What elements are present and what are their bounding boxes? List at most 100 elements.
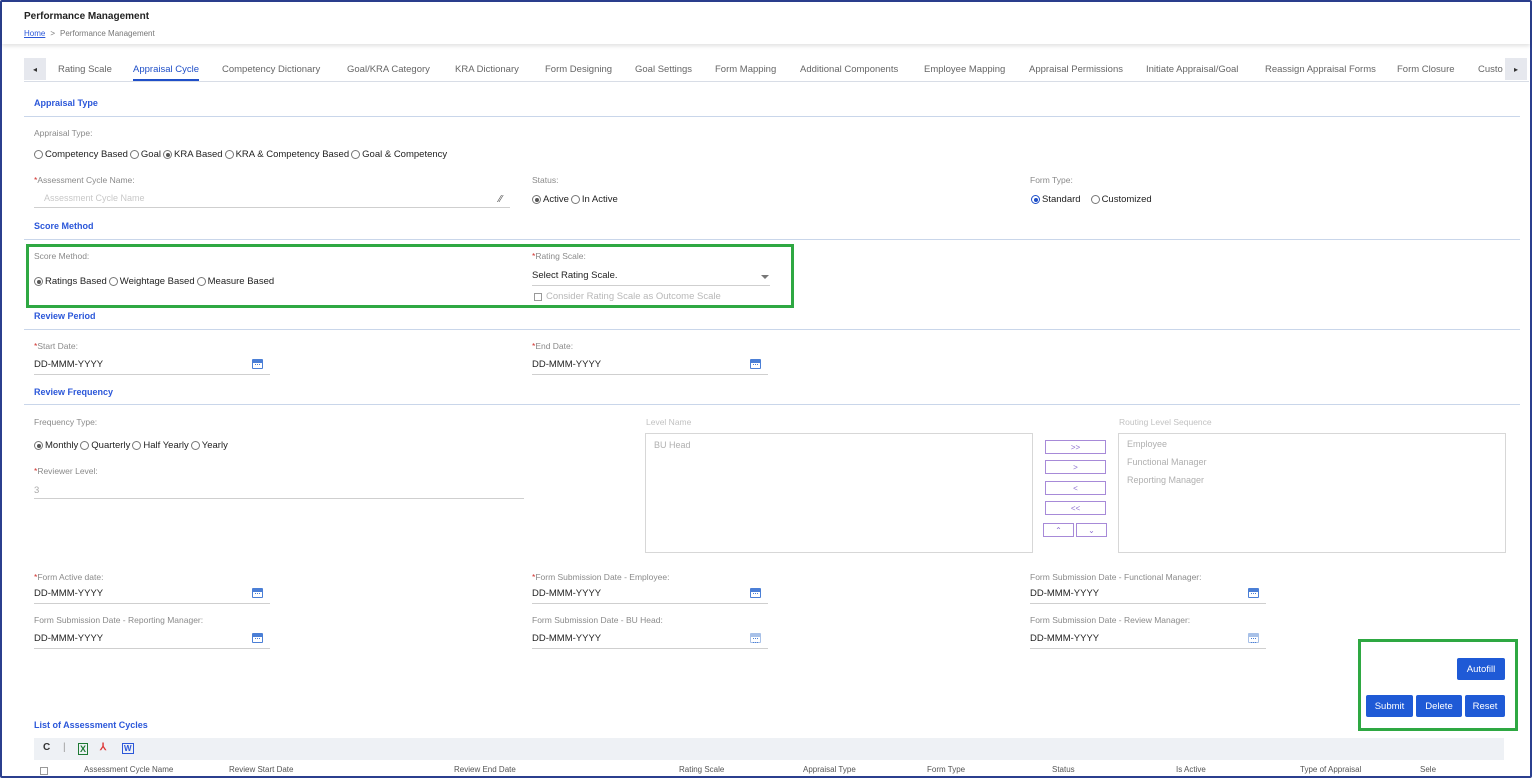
calendar-icon[interactable]: [750, 359, 761, 369]
radio-icon[interactable]: [108, 277, 118, 286]
bu-head-date-input[interactable]: DD-MMM-YYYY: [532, 633, 601, 644]
radio-selected-icon[interactable]: [163, 150, 172, 159]
level-name-listbox[interactable]: BU Head: [645, 433, 1033, 553]
list-item[interactable]: Employee: [1127, 439, 1167, 449]
radio-half-yearly[interactable]: Half Yearly: [132, 440, 189, 451]
column-header[interactable]: Type of Appraisal: [1300, 765, 1361, 774]
employee-date-input[interactable]: DD-MMM-YYYY: [532, 588, 601, 599]
column-header[interactable]: Sele: [1420, 765, 1436, 774]
consider-outcome-checkbox[interactable]: [534, 293, 542, 301]
tab-competency-dictionary[interactable]: Competency Dictionary: [222, 64, 320, 75]
end-date-input[interactable]: DD-MMM-YYYY: [532, 359, 601, 370]
radio-icon[interactable]: [34, 150, 43, 159]
list-item[interactable]: Reporting Manager: [1127, 475, 1204, 485]
radio-icon[interactable]: [1090, 195, 1100, 204]
tab-goal-kra-category[interactable]: Goal/KRA Category: [347, 64, 430, 75]
calendar-icon[interactable]: [750, 633, 761, 643]
move-all-right-button[interactable]: >>: [1045, 440, 1106, 454]
submit-button[interactable]: Submit: [1366, 695, 1413, 717]
radio-selected-icon[interactable]: [532, 195, 541, 204]
column-header[interactable]: Appraisal Type: [803, 765, 856, 774]
tab-additional-components[interactable]: Additional Components: [800, 64, 898, 75]
chevron-down-icon[interactable]: [761, 275, 769, 279]
move-down-icon[interactable]: ⌄: [1076, 523, 1107, 537]
column-header[interactable]: Review End Date: [454, 765, 516, 774]
radio-icon[interactable]: [80, 441, 90, 450]
functional-manager-date-input[interactable]: DD-MMM-YYYY: [1030, 588, 1099, 599]
select-all-checkbox[interactable]: [40, 767, 48, 775]
reset-button[interactable]: Reset: [1465, 695, 1505, 717]
routing-sequence-listbox[interactable]: Employee Functional Manager Reporting Ma…: [1118, 433, 1506, 553]
calendar-icon[interactable]: [252, 359, 263, 369]
tab-initiate-appraisal-goal[interactable]: Initiate Appraisal/Goal: [1146, 64, 1238, 75]
radio-quarterly[interactable]: Quarterly: [80, 440, 130, 451]
radio-form-customized[interactable]: Customized: [1090, 194, 1152, 205]
radio-icon[interactable]: [224, 150, 234, 159]
radio-ratings-based[interactable]: Ratings Based: [34, 276, 107, 287]
radio-status-active[interactable]: Active: [532, 194, 569, 205]
radio-monthly[interactable]: Monthly: [34, 440, 78, 451]
tab-custom[interactable]: Custo: [1478, 64, 1503, 75]
rating-scale-select[interactable]: Select Rating Scale.: [532, 270, 618, 281]
radio-icon[interactable]: [129, 150, 139, 159]
excel-export-icon[interactable]: X: [78, 743, 89, 755]
radio-weightage-based[interactable]: Weightage Based: [108, 276, 195, 287]
word-export-icon[interactable]: W: [122, 743, 134, 754]
radio-form-standard[interactable]: Standard: [1031, 194, 1081, 205]
tab-rating-scale[interactable]: Rating Scale: [58, 64, 112, 75]
start-date-input[interactable]: DD-MMM-YYYY: [34, 359, 103, 370]
tab-goal-settings[interactable]: Goal Settings: [635, 64, 692, 75]
radio-goal[interactable]: Goal: [129, 149, 161, 160]
column-header[interactable]: Review Start Date: [229, 765, 293, 774]
tab-form-mapping[interactable]: Form Mapping: [715, 64, 776, 75]
move-right-button[interactable]: >: [1045, 460, 1106, 474]
tab-form-closure[interactable]: Form Closure: [1397, 64, 1455, 75]
form-active-date-input[interactable]: DD-MMM-YYYY: [34, 588, 103, 599]
tab-scroll-left-icon[interactable]: ◂: [24, 58, 46, 80]
calendar-icon[interactable]: [252, 588, 263, 598]
move-all-left-button[interactable]: <<: [1045, 501, 1106, 515]
calendar-icon[interactable]: [252, 633, 263, 643]
radio-kra-competency-based[interactable]: KRA & Competency Based: [224, 149, 349, 160]
review-manager-date-input[interactable]: DD-MMM-YYYY: [1030, 633, 1099, 644]
column-header[interactable]: Assessment Cycle Name: [84, 765, 173, 774]
tab-appraisal-cycle[interactable]: Appraisal Cycle: [133, 64, 199, 81]
list-item[interactable]: BU Head: [654, 440, 691, 450]
radio-competency-based[interactable]: Competency Based: [34, 149, 128, 160]
radio-icon[interactable]: [351, 150, 361, 159]
breadcrumb-home-link[interactable]: Home: [24, 29, 45, 38]
radio-goal-competency[interactable]: Goal & Competency: [351, 149, 447, 160]
list-item[interactable]: Functional Manager: [1127, 457, 1207, 467]
tab-scroll-right-icon[interactable]: ▸: [1505, 58, 1527, 80]
reporting-manager-date-input[interactable]: DD-MMM-YYYY: [34, 633, 103, 644]
radio-icon[interactable]: [190, 441, 200, 450]
calendar-icon[interactable]: [750, 588, 761, 598]
radio-icon[interactable]: [570, 195, 580, 204]
column-header[interactable]: Status: [1052, 765, 1075, 774]
radio-selected-icon[interactable]: [34, 277, 43, 286]
move-left-button[interactable]: <: [1045, 481, 1106, 495]
radio-icon[interactable]: [196, 277, 206, 286]
tab-kra-dictionary[interactable]: KRA Dictionary: [455, 64, 519, 75]
refresh-icon[interactable]: C: [43, 742, 50, 753]
radio-status-inactive[interactable]: In Active: [570, 194, 618, 205]
radio-selected-icon[interactable]: [34, 441, 43, 450]
column-header[interactable]: Form Type: [927, 765, 965, 774]
radio-selected-icon[interactable]: [1031, 195, 1040, 204]
reviewer-level-input[interactable]: 3: [34, 485, 39, 496]
calendar-icon[interactable]: [1248, 588, 1259, 598]
calendar-icon[interactable]: [1248, 633, 1259, 643]
radio-kra-based[interactable]: KRA Based: [163, 149, 223, 160]
cycle-name-input[interactable]: Assessment Cycle Name: [44, 193, 145, 203]
column-header[interactable]: Is Active: [1176, 765, 1206, 774]
radio-icon[interactable]: [132, 441, 142, 450]
tab-reassign-appraisal-forms[interactable]: Reassign Appraisal Forms: [1265, 64, 1376, 75]
column-header[interactable]: Rating Scale: [679, 765, 724, 774]
autofill-button[interactable]: Autofill: [1457, 658, 1505, 680]
radio-measure-based[interactable]: Measure Based: [196, 276, 274, 287]
tab-employee-mapping[interactable]: Employee Mapping: [924, 64, 1005, 75]
radio-yearly[interactable]: Yearly: [190, 440, 228, 451]
tab-appraisal-permissions[interactable]: Appraisal Permissions: [1029, 64, 1123, 75]
move-up-icon[interactable]: ⌃: [1043, 523, 1074, 537]
pdf-export-icon[interactable]: ⅄: [100, 742, 106, 753]
